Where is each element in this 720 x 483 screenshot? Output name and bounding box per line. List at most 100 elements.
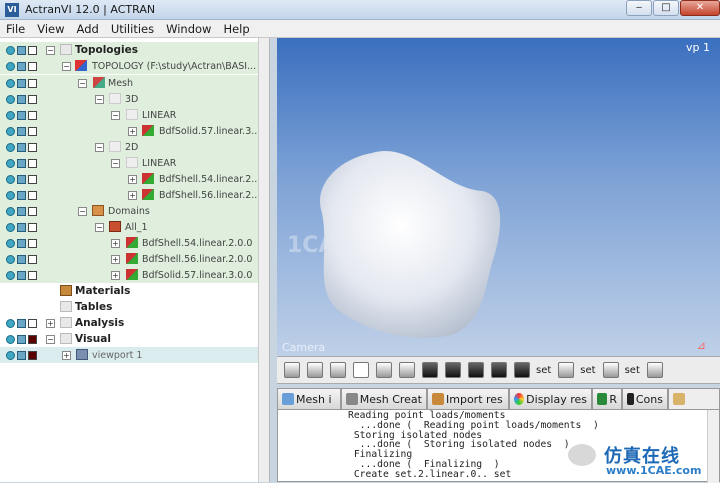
render-cube-icon[interactable] [17,142,26,152]
expand-icon[interactable]: + [46,318,55,328]
tree-row-topology[interactable]: − TOPOLOGY (F:\study\Actran\BASI... [0,58,258,74]
visibility-eye-icon[interactable] [6,78,15,88]
render-cube-icon[interactable] [17,254,26,264]
visibility-eye-icon[interactable] [6,254,15,264]
mesh-model[interactable] [277,38,720,356]
collapse-icon[interactable]: − [78,206,87,216]
render-cube-icon[interactable] [17,110,26,120]
tree-row-domain-shell54[interactable]: + BdfShell.54.linear.2.0.0 [0,235,258,251]
expand-icon[interactable]: + [111,238,120,248]
visibility-eye-icon[interactable] [6,318,15,328]
menu-window[interactable]: Window [160,22,217,36]
set-icon[interactable] [602,362,619,378]
select-checkbox[interactable] [28,350,37,360]
render-cube-icon[interactable] [17,318,26,328]
render-cube-icon[interactable] [17,45,26,55]
tab-r[interactable]: R [592,388,622,409]
visibility-eye-icon[interactable] [6,174,15,184]
close-button[interactable]: ✕ [680,0,720,16]
visibility-eye-icon[interactable] [6,126,15,136]
visibility-eye-icon[interactable] [6,94,15,104]
tree-scrollbar[interactable] [258,38,269,482]
collapse-icon[interactable]: − [95,94,104,104]
tree-row-visual[interactable]: − Visual [0,331,258,347]
collapse-icon[interactable]: − [95,222,104,232]
tree-row-bdfsolid[interactable]: + BdfSolid.57.linear.3.... [0,123,263,139]
visibility-eye-icon[interactable] [6,206,15,216]
visibility-eye-icon[interactable] [6,45,15,55]
tree-row-2d[interactable]: − 2D [0,139,258,155]
zoom-icon[interactable] [376,362,392,378]
tree-row-topologies[interactable]: − Topologies [0,42,258,58]
maximize-button[interactable]: □ [653,0,679,16]
select-checkbox[interactable] [28,190,37,200]
menu-view[interactable]: View [31,22,70,36]
tree-row-tables[interactable]: Tables [0,299,258,315]
console-scrollbar[interactable] [707,410,719,483]
tree-row-linear-3d[interactable]: − LINEAR [0,107,258,123]
collapse-icon[interactable]: − [111,158,120,168]
cube-right-icon[interactable] [491,362,507,378]
select-checkbox[interactable] [28,334,37,344]
visibility-eye-icon[interactable] [6,334,15,344]
print-icon[interactable] [284,362,300,378]
visibility-eye-icon[interactable] [6,238,15,248]
select-checkbox[interactable] [28,270,37,280]
cube-left-icon[interactable] [468,362,484,378]
collapse-icon[interactable]: − [111,110,120,120]
render-cube-icon[interactable] [17,238,26,248]
checkbox-icon[interactable] [353,362,369,378]
tab-console[interactable]: Cons [622,388,668,409]
visibility-eye-icon[interactable] [6,110,15,120]
select-checkbox[interactable] [28,318,37,328]
visibility-eye-icon[interactable] [6,158,15,168]
tree-row-3d[interactable]: − 3D [0,91,258,107]
options-icon[interactable] [330,362,346,378]
menu-help[interactable]: Help [217,22,255,36]
cube-top-icon[interactable] [514,362,530,378]
collapse-icon[interactable]: − [62,61,71,71]
set-icon[interactable] [646,362,663,378]
render-cube-icon[interactable] [17,270,26,280]
tab-mesh-info[interactable]: Mesh i [277,388,341,409]
tree-row-bdfshell54[interactable]: + BdfShell.54.linear.2.... [0,171,263,187]
tree-row-linear-2d[interactable]: − LINEAR [0,155,258,171]
cube-front-icon[interactable] [422,362,438,378]
tree-row-analysis[interactable]: + Analysis [0,315,258,331]
expand-icon[interactable]: + [62,350,71,360]
expand-icon[interactable]: + [128,126,137,136]
expand-icon[interactable]: + [128,190,137,200]
viewport-3d[interactable]: vp 1 1CAE.COM Camera ⊿ [277,38,720,356]
visibility-eye-icon[interactable] [6,270,15,280]
visibility-eye-icon[interactable] [6,350,15,360]
render-cube-icon[interactable] [17,222,26,232]
cube-back-icon[interactable] [445,362,461,378]
tab-mesh-create[interactable]: Mesh Creat [341,388,427,409]
select-checkbox[interactable] [28,94,37,104]
visibility-eye-icon[interactable] [6,61,15,71]
expand-icon[interactable]: + [111,270,120,280]
select-checkbox[interactable] [28,78,37,88]
set-icon[interactable] [558,362,575,378]
select-checkbox[interactable] [28,174,37,184]
select-checkbox[interactable] [28,158,37,168]
tree-row-domains[interactable]: − Domains [0,203,258,219]
render-cube-icon[interactable] [17,94,26,104]
collapse-icon[interactable]: − [46,334,55,344]
render-cube-icon[interactable] [17,158,26,168]
select-checkbox[interactable] [28,110,37,120]
tab-display-results[interactable]: Display res [509,388,592,409]
menu-file[interactable]: File [0,22,31,36]
select-checkbox[interactable] [28,238,37,248]
render-cube-icon[interactable] [17,174,26,184]
render-cube-icon[interactable] [17,350,26,360]
render-cube-icon[interactable] [17,206,26,216]
select-checkbox[interactable] [28,142,37,152]
visibility-eye-icon[interactable] [6,142,15,152]
tree-row-bdfshell56[interactable]: + BdfShell.56.linear.2.... [0,187,263,203]
menu-add[interactable]: Add [71,22,105,36]
visibility-eye-icon[interactable] [6,190,15,200]
tree-row-all1[interactable]: − All_1 [0,219,258,235]
render-cube-icon[interactable] [17,190,26,200]
tab-more[interactable] [668,388,720,409]
